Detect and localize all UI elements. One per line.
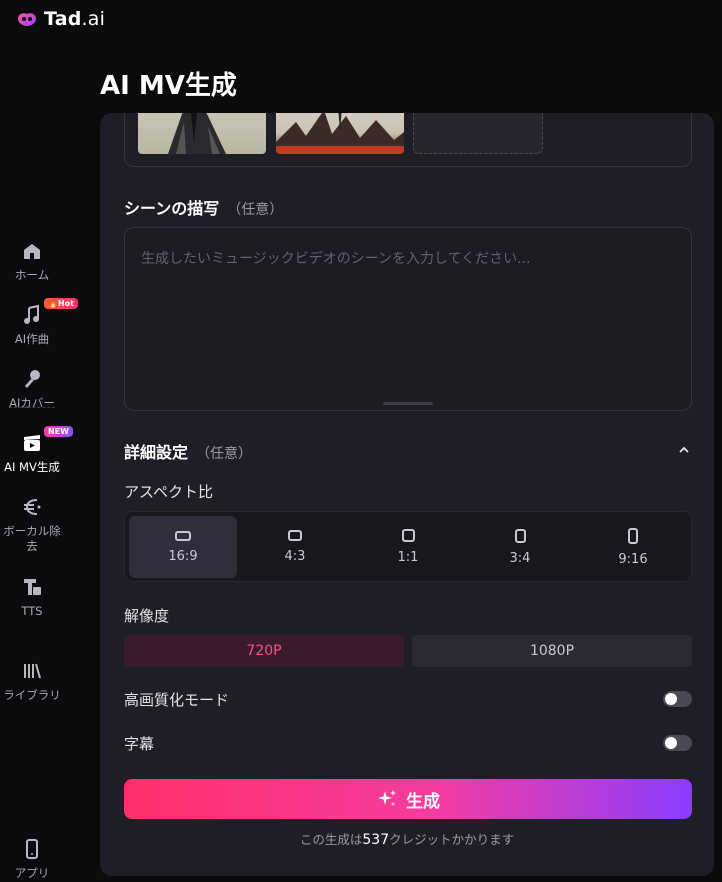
sidebar-item-label: アプリ — [14, 866, 50, 880]
subtitle-toggle[interactable] — [663, 735, 692, 751]
sidebar-item-home[interactable]: ホーム — [0, 240, 64, 283]
clapperboard-icon — [24, 435, 40, 451]
hot-badge: 🔥Hot — [44, 298, 78, 309]
app-root: Tad.ai ホーム 🔥Hot AI作曲 AIカバー NEW AI MV生成 ボ… — [0, 0, 722, 882]
resolution-label: 解像度 — [124, 607, 170, 625]
aspect-option-label: 9:16 — [618, 551, 648, 567]
sidebar-item-label: ライブラリ — [3, 688, 61, 702]
resolution-720p-button[interactable]: 720P — [124, 635, 404, 667]
library-icon — [24, 663, 41, 679]
aspect-option-label: 16:9 — [168, 548, 198, 564]
logo-mark-icon — [18, 13, 36, 26]
toggle-knob — [665, 693, 677, 705]
scene-description-input[interactable] — [141, 248, 675, 388]
sparkle-icon — [378, 790, 396, 806]
music-note-icon — [24, 304, 39, 324]
brand-name: Tad.ai — [44, 8, 106, 30]
sidebar-item-label: ホーム — [14, 268, 50, 282]
reference-image-thumbnail[interactable] — [276, 113, 404, 154]
vocal-remove-icon — [24, 499, 41, 515]
chevron-up-icon[interactable] — [677, 443, 691, 457]
smartphone-icon — [26, 839, 38, 859]
ratio-4-3-icon — [288, 530, 302, 541]
aspect-ratio-selector: 16:9 4:3 1:1 3:4 9:16 — [124, 511, 692, 582]
sidebar-item-vocal-remove[interactable]: ボーカル除去 — [0, 496, 64, 554]
microphone-icon — [25, 370, 40, 388]
reference-image-art — [276, 113, 404, 154]
sidebar-divider — [9, 407, 55, 408]
reference-images-box — [124, 113, 692, 167]
aspect-option-4-3[interactable]: 4:3 — [241, 516, 349, 578]
resolution-1080p-button[interactable]: 1080P — [412, 635, 692, 667]
credit-amount: 537 — [362, 832, 390, 848]
aspect-option-label: 4:3 — [284, 549, 306, 564]
page-title: AI MV生成 — [100, 71, 237, 101]
reference-image-art — [168, 113, 226, 154]
sidebar-item-label: TTS — [21, 604, 43, 618]
aspect-option-3-4[interactable]: 3:4 — [466, 516, 574, 578]
sidebar-item-label: AI MV生成 — [4, 460, 60, 474]
scene-description-box — [124, 227, 692, 411]
brand-logo[interactable]: Tad.ai — [16, 8, 105, 30]
textarea-resize-handle[interactable] — [383, 402, 433, 405]
sidebar-item-ai-compose[interactable]: 🔥Hot AI作曲 — [0, 298, 78, 347]
hq-mode-toggle[interactable] — [663, 691, 692, 707]
sidebar-item-ai-cover[interactable]: AIカバー — [0, 368, 64, 411]
add-reference-image-slot[interactable] — [413, 113, 543, 154]
toggle-knob — [665, 737, 677, 749]
advanced-settings-heading[interactable]: 詳細設定 （任意） — [124, 439, 252, 463]
aspect-option-16-9[interactable]: 16:9 — [129, 516, 237, 578]
ratio-1-1-icon — [401, 529, 415, 542]
aspect-option-9-16[interactable]: 9:16 — [579, 516, 687, 578]
generate-button[interactable]: 生成 — [124, 779, 692, 819]
sidebar-item-label: AI作曲 — [14, 332, 50, 346]
aspect-option-label: 3:4 — [509, 550, 531, 566]
hq-mode-label: 高画質化モード — [124, 691, 230, 709]
sidebar-item-label: AIカバー — [9, 396, 55, 410]
sidebar-item-library[interactable]: ライブラリ — [0, 660, 64, 703]
sidebar-item-app[interactable]: アプリ — [0, 838, 64, 881]
aspect-ratio-label: アスペクト比 — [124, 483, 213, 501]
reference-image-thumbnail[interactable] — [138, 113, 266, 154]
home-icon — [24, 244, 40, 259]
scene-description-heading: シーンの描写 （任意） — [124, 199, 284, 218]
ratio-16-9-icon — [175, 530, 191, 541]
credit-cost-notice: この生成は537クレジットかかります — [299, 832, 515, 848]
sidebar-item-ai-mv[interactable]: NEW AI MV生成 — [0, 426, 73, 475]
sidebar-item-label: ボーカル除去 — [3, 524, 61, 553]
aspect-option-label: 1:1 — [397, 550, 419, 565]
ratio-9-16-icon — [628, 527, 638, 544]
subtitle-label: 字幕 — [124, 735, 155, 753]
aspect-option-1-1[interactable]: 1:1 — [354, 516, 462, 578]
generate-button-label: 生成 — [406, 791, 440, 812]
new-badge: NEW — [44, 426, 73, 437]
ratio-3-4-icon — [514, 528, 526, 543]
generation-panel: シーンの描写（任意） 詳細設定（任意） アスペクト比 16:9 4:3 1:1 — [100, 113, 714, 876]
sidebar-item-tts[interactable]: TTS — [0, 576, 64, 619]
tts-icon — [24, 579, 41, 595]
